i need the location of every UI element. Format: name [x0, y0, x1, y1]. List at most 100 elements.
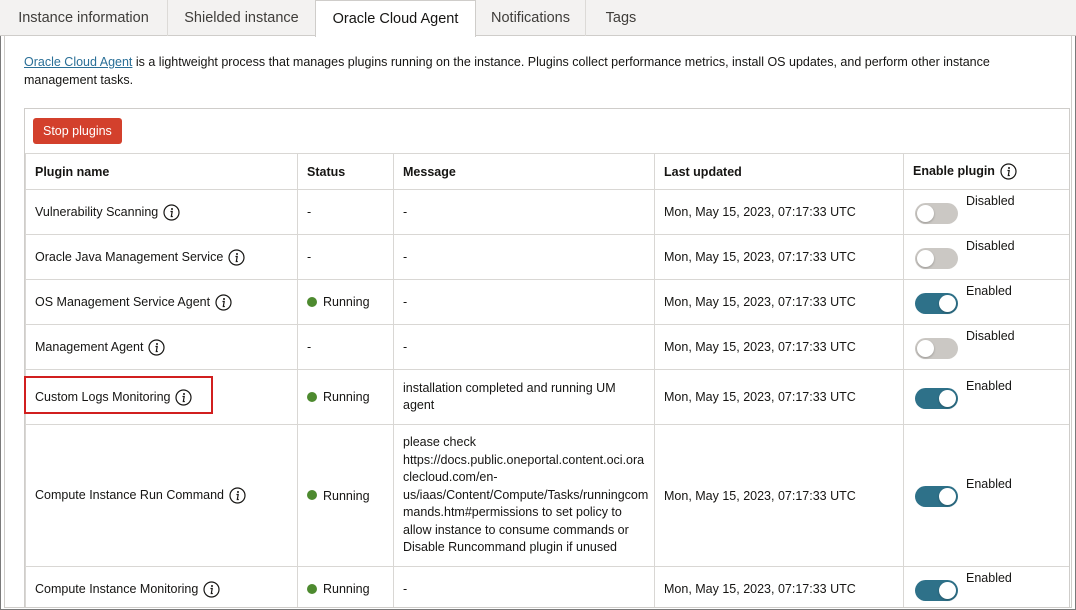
message-line: https://docs.public.oneportal.content.oc… — [403, 452, 645, 467]
table-row: Oracle Java Management Service - - Mon, May… — [25, 234, 1069, 280]
message-text: - — [403, 582, 408, 596]
cell-enable-plugin: Enabled — [903, 369, 1069, 425]
cell-last-updated: Mon, May 15, 2023, 07:17:33 UTC — [654, 324, 904, 370]
enable-toggle-group: Enabled — [913, 571, 1012, 601]
last-updated-text: Mon, May 15, 2023, 07:17:33 UTC — [664, 205, 856, 219]
table-row: Custom Logs Monitoring Running installatio… — [25, 369, 1069, 425]
status-running-dot-icon — [307, 490, 317, 501]
table-row: OS Management Service Agent Running - Mon, … — [25, 279, 1069, 325]
tab-instance-information[interactable]: Instance information — [0, 0, 168, 36]
enable-toggle-group: Enabled — [913, 379, 1012, 409]
cell-message: please check https://docs.public.oneporta… — [393, 424, 655, 567]
cell-plugin-name: Management Agent — [25, 324, 298, 370]
enable-toggle-group: Disabled — [913, 194, 1015, 224]
info-icon[interactable] — [228, 248, 245, 266]
plugin-name: Compute Instance Run Command — [35, 487, 224, 502]
header-last-updated: Last updated — [654, 153, 904, 190]
plugin-name: Management Agent — [35, 339, 144, 354]
info-icon[interactable] — [203, 580, 220, 598]
tab-oracle-cloud-agent[interactable]: Oracle Cloud Agent — [315, 0, 476, 37]
header-enable-plugin-label: Enable plugin — [913, 163, 995, 178]
enable-plugin-toggle[interactable] — [915, 292, 958, 314]
description-text: is a lightweight process that manages pl… — [24, 55, 990, 87]
cell-plugin-name: Oracle Java Management Service — [25, 234, 298, 280]
enable-plugin-toggle[interactable] — [915, 337, 958, 359]
enable-state-label: Disabled — [966, 328, 1015, 343]
info-icon[interactable] — [148, 338, 166, 356]
message-text: - — [403, 340, 408, 354]
cell-plugin-name: Compute Instance Monitoring — [25, 566, 298, 607]
cell-last-updated: Mon, May 15, 2023, 07:17:33 UTC — [654, 234, 904, 280]
cell-enable-plugin: Disabled — [903, 234, 1069, 280]
last-updated-text: Mon, May 15, 2023, 07:17:33 UTC — [664, 295, 856, 309]
cell-enable-plugin: Disabled — [903, 189, 1069, 235]
tab-tags[interactable]: Tags — [586, 0, 656, 36]
info-icon[interactable] — [163, 203, 180, 221]
enable-plugin-toggle[interactable] — [915, 247, 958, 269]
cell-status: - — [297, 189, 394, 235]
info-icon[interactable] — [1000, 163, 1017, 180]
cell-enable-plugin: Enabled — [903, 279, 1069, 325]
info-icon[interactable] — [215, 293, 232, 311]
header-plugin-name: Plugin name — [25, 153, 298, 190]
toggle-knob — [917, 249, 934, 267]
cell-message: installation completed and running UM age… — [393, 369, 655, 425]
message-line: allow instance to consume commands or — [403, 522, 629, 537]
enable-state-label: Disabled — [966, 193, 1015, 208]
plugins-table-container: Stop plugins Plugin name Status Message … — [24, 108, 1070, 608]
plugin-name: Oracle Java Management Service — [35, 249, 224, 264]
status-text: - — [307, 205, 312, 219]
cell-message: - — [393, 324, 655, 370]
table-row: Vulnerability Scanning - - Mon, May 15, 202… — [25, 189, 1069, 235]
message-line: clecloud.com/en- — [403, 470, 498, 485]
enable-toggle-group: Disabled — [913, 329, 1015, 359]
table-row: Compute Instance Monitoring Running - Mon, … — [25, 566, 1069, 607]
tab-notifications[interactable]: Notifications — [476, 0, 586, 36]
status-text: - — [307, 250, 312, 264]
table-header-row: Plugin name Status Message Last updated … — [25, 153, 1069, 190]
status-text: Running — [323, 488, 370, 503]
cell-plugin-name: Custom Logs Monitoring — [25, 369, 298, 425]
enable-state-label: Enabled — [966, 477, 1012, 491]
plugin-name: OS Management Service Agent — [35, 294, 211, 309]
message-line: Disable Runcommand plugin if unused — [403, 540, 618, 555]
agent-description: Oracle Cloud Agent is a lightweight proc… — [24, 53, 1064, 89]
table-row: Management Agent - - Mon, May 15, 2023, 07:… — [25, 324, 1069, 370]
cell-plugin-name: OS Management Service Agent — [25, 279, 298, 325]
plugin-name: Vulnerability Scanning — [35, 204, 159, 219]
cell-message: - — [393, 234, 655, 280]
enable-toggle-group: Disabled — [913, 239, 1015, 269]
last-updated-text: Mon, May 15, 2023, 07:17:33 UTC — [664, 340, 856, 354]
table-row: Compute Instance Run Command Running pleas… — [25, 424, 1069, 567]
toggle-knob — [939, 488, 956, 505]
message-text: installation completed and running UM age… — [403, 380, 645, 415]
header-enable-plugin: Enable plugin — [903, 153, 1069, 190]
status-running-dot-icon — [307, 391, 317, 402]
enable-toggle-group: Enabled — [913, 284, 1012, 314]
oracle-cloud-agent-link[interactable]: Oracle Cloud Agent — [24, 55, 132, 69]
cell-enable-plugin: Enabled — [903, 566, 1069, 607]
info-icon[interactable] — [229, 487, 246, 504]
enable-state-label: Disabled — [966, 238, 1015, 253]
toggle-knob — [939, 294, 956, 312]
message-line: us/iaas/Content/Compute/Tasks/runningcom — [403, 487, 649, 502]
toggle-knob — [917, 204, 934, 222]
message-line: installation completed and running UM — [403, 380, 616, 395]
info-icon[interactable] — [175, 388, 193, 406]
tab-shielded-instance[interactable]: Shielded instance — [168, 0, 316, 36]
cell-status: Running — [297, 369, 394, 425]
message-line: agent — [403, 398, 435, 412]
enable-plugin-toggle[interactable] — [915, 202, 958, 224]
enable-plugin-toggle[interactable] — [915, 387, 958, 409]
plugin-name: Compute Instance Monitoring — [35, 581, 199, 596]
toggle-knob — [939, 581, 956, 599]
stop-plugins-button[interactable]: Stop plugins — [33, 118, 122, 144]
enable-plugin-toggle[interactable] — [915, 579, 958, 601]
status-text: Running — [323, 582, 370, 596]
cell-status: Running — [297, 566, 394, 607]
toggle-knob — [917, 339, 934, 357]
message-line: please check — [403, 435, 476, 450]
enable-plugin-toggle[interactable] — [915, 486, 958, 507]
cell-last-updated: Mon, May 15, 2023, 07:17:33 UTC — [654, 189, 904, 235]
cell-enable-plugin: Disabled — [903, 324, 1069, 370]
